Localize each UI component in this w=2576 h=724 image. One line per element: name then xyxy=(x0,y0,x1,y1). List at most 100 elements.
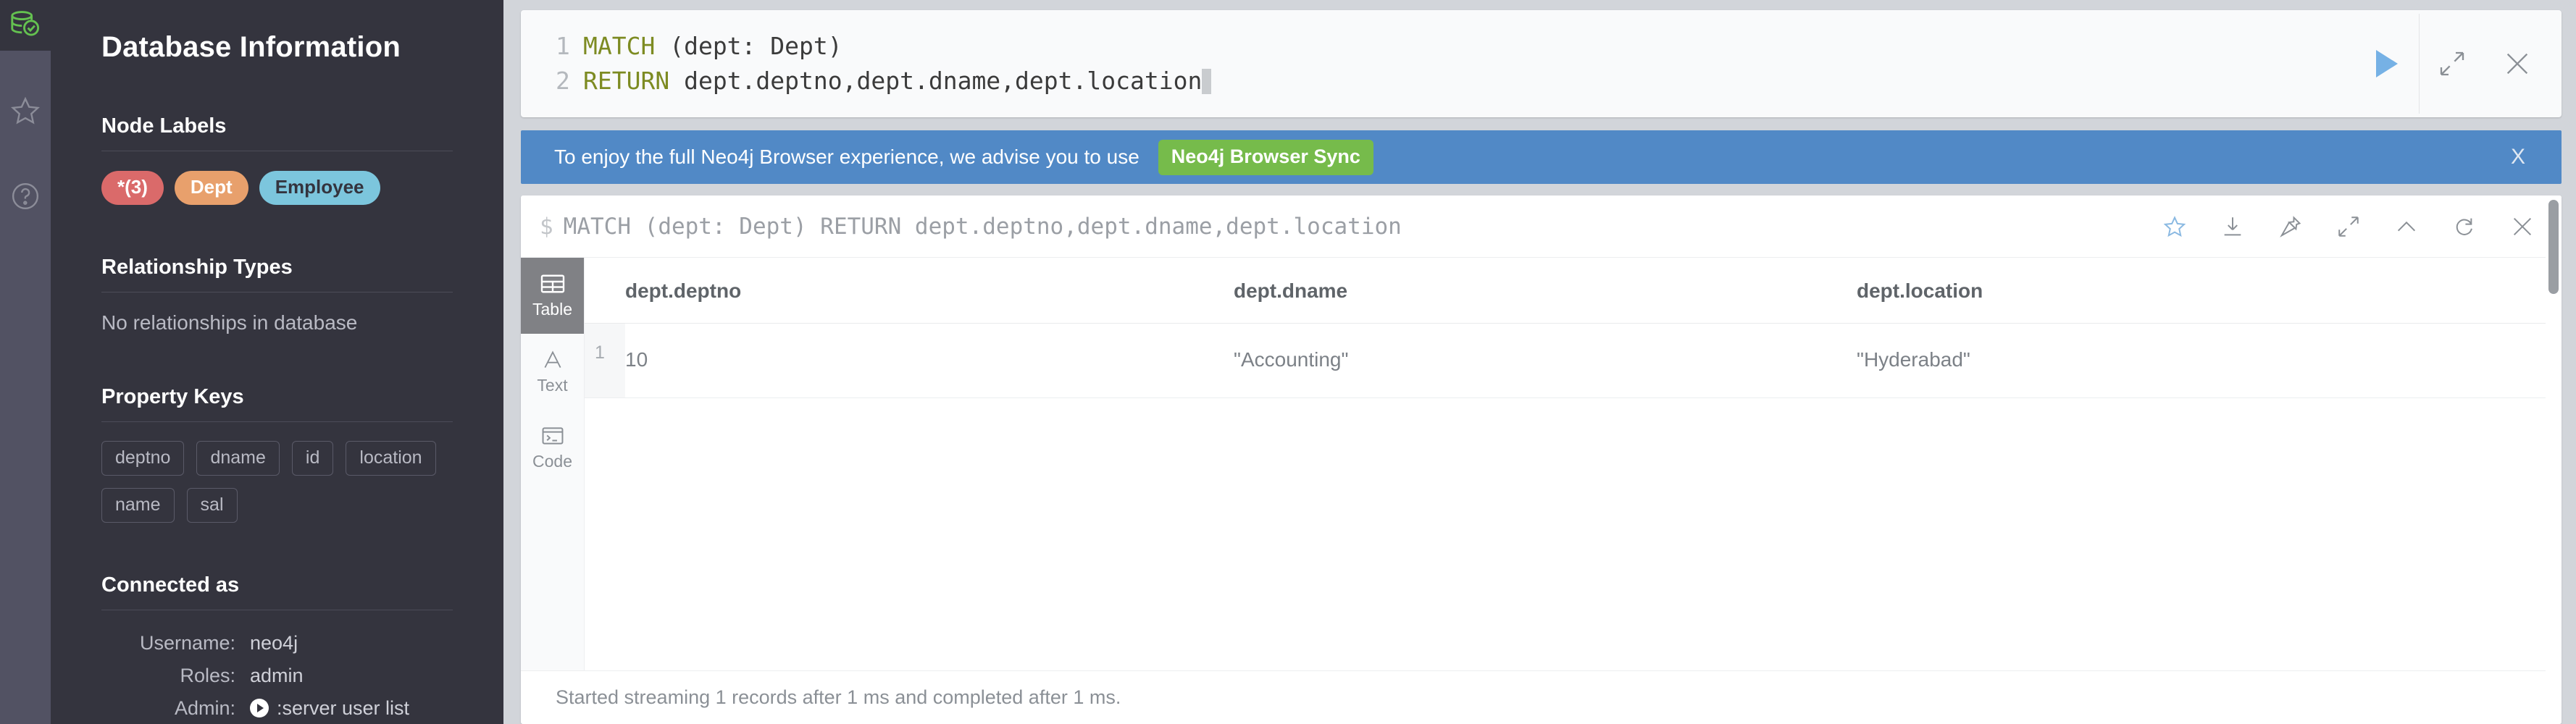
download-icon[interactable] xyxy=(2204,195,2262,258)
view-code[interactable]: Code xyxy=(521,410,584,486)
connection-row: Admin: :server user list xyxy=(101,697,453,720)
table-icon xyxy=(540,273,566,295)
property-key-chip[interactable]: location xyxy=(346,440,436,476)
rail-item-favorites[interactable] xyxy=(0,85,51,136)
frame-header: $ MATCH (dept: Dept) RETURN dept.deptno,d… xyxy=(521,195,2562,258)
admin-command-text: :server user list xyxy=(277,696,410,719)
column-header[interactable]: dept.dname xyxy=(1234,258,1857,324)
cypher-text: dept.deptno,dept.dname,dept.location xyxy=(669,67,1203,95)
table-cell: "Hyderabad" xyxy=(1857,323,2562,398)
database-icon xyxy=(9,9,42,42)
fullscreen-icon[interactable] xyxy=(2320,195,2378,258)
node-label-chip[interactable]: *(3) xyxy=(101,171,164,205)
close-editor-button[interactable] xyxy=(2485,14,2550,114)
cypher-text: (dept: Dept) xyxy=(655,32,842,60)
help-circle-icon xyxy=(9,180,41,212)
browser-sync-banner: To enjoy the full Neo4j Browser experien… xyxy=(521,130,2562,184)
results-table: dept.deptno dept.dname dept.location 1 1… xyxy=(585,258,2562,398)
admin-command[interactable]: :server user list xyxy=(250,697,409,720)
row-index: 1 xyxy=(585,323,625,398)
connected-as-heading: Connected as xyxy=(101,573,240,597)
frame-body: Table Text Code dept.deptno dept.dname d… xyxy=(521,258,2562,670)
play-icon xyxy=(2375,50,2398,77)
collapse-chevron-icon[interactable] xyxy=(2378,195,2435,258)
view-code-label: Code xyxy=(532,451,572,471)
query-string: MATCH (dept: Dept) RETURN dept.deptno,de… xyxy=(563,213,1402,240)
table-header-row: dept.deptno dept.dname dept.location xyxy=(585,258,2562,324)
pin-icon[interactable] xyxy=(2262,195,2320,258)
roles-value: admin xyxy=(250,664,304,686)
result-view-switcher: Table Text Code xyxy=(521,258,585,670)
database-information-sidebar: Database Information Node Labels *(3) De… xyxy=(51,0,503,724)
username-value: neo4j xyxy=(250,631,298,654)
text-a-icon xyxy=(540,349,565,371)
node-labels-heading: Node Labels xyxy=(101,114,227,138)
frame-query-text[interactable]: $ MATCH (dept: Dept) RETURN dept.deptno,d… xyxy=(540,214,2146,240)
page-title: Database Information xyxy=(101,31,401,63)
left-icon-rail xyxy=(0,0,51,724)
favorites-star-icon xyxy=(9,95,41,127)
no-relationships-text: No relationships in database xyxy=(101,311,358,334)
view-table-label: Table xyxy=(532,299,572,319)
column-header[interactable]: dept.deptno xyxy=(625,258,1234,324)
divider xyxy=(101,421,453,422)
property-key-chip[interactable]: dname xyxy=(196,440,280,476)
result-frame: $ MATCH (dept: Dept) RETURN dept.deptno,d… xyxy=(521,195,2562,724)
scrollbar-thumb[interactable] xyxy=(2548,200,2559,294)
rail-item-database[interactable] xyxy=(0,0,51,51)
connection-details: Username: neo4j Roles: admin Admin: :ser… xyxy=(101,632,453,720)
property-keys-heading: Property Keys xyxy=(101,384,244,408)
property-key-chip[interactable]: name xyxy=(101,487,175,523)
cypher-editor[interactable]: 1 MATCH (dept: Dept) 2 RETURN dept.deptno,… xyxy=(521,10,2562,117)
cypher-editor-content[interactable]: 1 MATCH (dept: Dept) 2 RETURN dept.deptno,… xyxy=(521,10,2354,117)
close-icon xyxy=(2503,49,2532,78)
favorite-star-icon[interactable] xyxy=(2146,195,2204,258)
editor-actions xyxy=(2354,10,2562,117)
table-cell: "Accounting" xyxy=(1234,323,1857,398)
text-caret xyxy=(1202,69,1212,94)
main-panel: 1 MATCH (dept: Dept) 2 RETURN dept.deptno,… xyxy=(503,0,2576,724)
node-label-chip-list: *(3) Dept Employee xyxy=(101,171,453,205)
expand-arrows-icon xyxy=(2438,49,2467,78)
table-row: 1 10 "Accounting" "Hyderabad" xyxy=(585,323,2562,398)
table-cell: 10 xyxy=(625,323,1234,398)
line-number: 1 xyxy=(556,32,570,60)
banner-message: To enjoy the full Neo4j Browser experien… xyxy=(554,146,1139,168)
connection-row: Username: neo4j xyxy=(101,632,453,654)
prompt-symbol: $ xyxy=(540,213,553,240)
neo4j-browser-window: Database Information Node Labels *(3) De… xyxy=(0,0,2576,724)
browser-sync-button[interactable]: Neo4j Browser Sync xyxy=(1158,139,1373,175)
connection-row: Roles: admin xyxy=(101,665,453,687)
column-header[interactable]: dept.location xyxy=(1857,258,2562,324)
username-label: Username: xyxy=(139,631,235,654)
results-table-container: dept.deptno dept.dname dept.location 1 1… xyxy=(585,258,2562,670)
run-query-button[interactable] xyxy=(2354,14,2420,114)
property-key-list: deptno dname id location name sal xyxy=(101,440,442,523)
frame-scrollbar[interactable] xyxy=(2546,195,2562,724)
view-table[interactable]: Table xyxy=(521,258,584,334)
relationship-types-heading: Relationship Types xyxy=(101,255,293,279)
close-frame-icon[interactable] xyxy=(2493,195,2551,258)
cypher-keyword: MATCH xyxy=(583,32,656,60)
cypher-keyword: RETURN xyxy=(583,67,670,95)
fullscreen-editor-button[interactable] xyxy=(2420,14,2485,114)
play-icon xyxy=(250,699,269,718)
code-terminal-icon xyxy=(540,425,565,447)
close-banner-button[interactable]: X xyxy=(2506,145,2530,169)
roles-label: Roles: xyxy=(180,664,235,686)
node-label-chip[interactable]: Dept xyxy=(174,171,248,205)
admin-label: Admin: xyxy=(174,696,235,719)
row-index-header xyxy=(585,258,625,324)
rerun-icon[interactable] xyxy=(2435,195,2493,258)
status-text: Started streaming 1 records after 1 ms a… xyxy=(556,686,1121,708)
property-key-chip[interactable]: deptno xyxy=(101,440,185,476)
view-text-label: Text xyxy=(537,375,568,395)
property-key-chip[interactable]: id xyxy=(291,440,334,476)
node-label-chip[interactable]: Employee xyxy=(259,171,380,205)
frame-toolbar xyxy=(2146,195,2562,258)
frame-status-bar: Started streaming 1 records after 1 ms a… xyxy=(521,670,2562,724)
property-key-chip[interactable]: sal xyxy=(186,487,238,523)
view-text[interactable]: Text xyxy=(521,334,584,410)
line-number: 2 xyxy=(556,67,570,95)
rail-item-help[interactable] xyxy=(0,171,51,222)
